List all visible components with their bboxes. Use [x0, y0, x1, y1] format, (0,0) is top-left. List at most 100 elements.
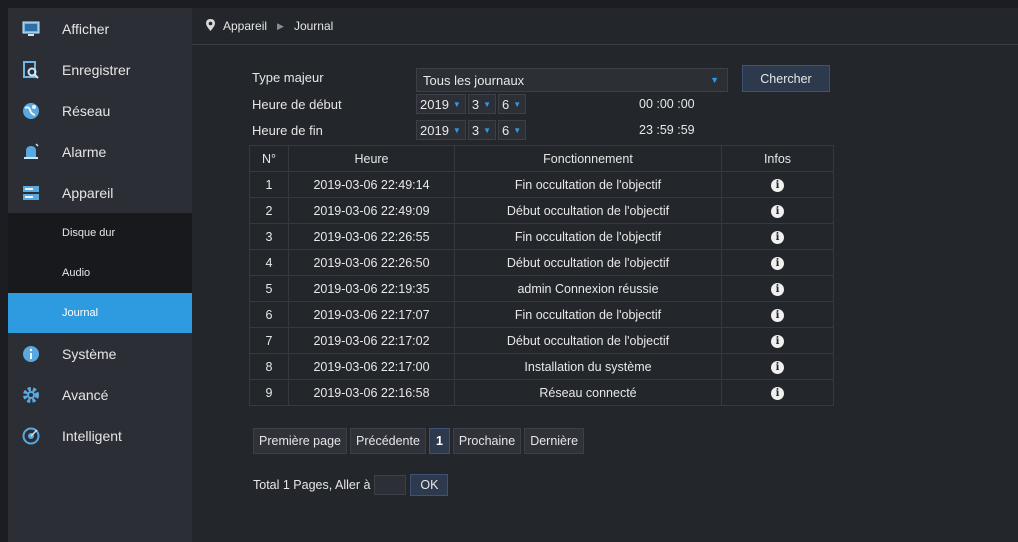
first-page-button[interactable]: Première page: [253, 428, 347, 454]
info-icon[interactable]: i: [771, 283, 784, 296]
current-page-button[interactable]: 1: [428, 428, 450, 454]
cell-fonctionnement: Début occultation de l'objectif: [454, 327, 722, 354]
info-icon[interactable]: i: [771, 179, 784, 192]
cell-n: 5: [249, 275, 289, 302]
sidebar-item-avance[interactable]: Avancé: [8, 374, 192, 415]
end-day-value: 6: [502, 122, 510, 138]
start-day-value: 6: [502, 96, 510, 112]
gear-icon: [22, 386, 40, 404]
sidebar-subitem-disque-dur[interactable]: Disque dur: [8, 213, 192, 253]
sidebar-item-afficher[interactable]: Afficher: [8, 8, 192, 49]
cell-n: 2: [249, 197, 289, 224]
table-row[interactable]: 3 2019-03-06 22:26:55 Fin occultation de l…: [249, 223, 834, 250]
cell-infos: i: [721, 327, 834, 354]
end-year-value: 2019: [420, 122, 449, 138]
start-month-select[interactable]: 3 ▼: [467, 94, 496, 114]
table-row[interactable]: 5 2019-03-06 22:19:35 admin Connexion réus…: [249, 275, 834, 302]
alarm-bell-icon: [22, 142, 40, 161]
end-year-select[interactable]: 2019 ▼: [416, 120, 466, 140]
info-icon[interactable]: i: [771, 231, 784, 244]
sidebar-item-alarme[interactable]: Alarme: [8, 131, 192, 172]
sidebar-subitem-label: Journal: [62, 307, 99, 319]
intelligent-icon: [22, 427, 40, 445]
sidebar-item-label: Enregistrer: [62, 61, 131, 78]
cell-heure: 2019-03-06 22:49:09: [288, 197, 455, 224]
sidebar-item-label: Système: [62, 345, 117, 362]
type-majeur-value: Tous les journaux: [423, 72, 525, 88]
info-circle-icon: [22, 345, 40, 363]
sidebar: Afficher Enregistrer Réseau Alarme Appar…: [8, 8, 192, 542]
sidebar-item-label: Intelligent: [62, 427, 122, 444]
end-month-value: 3: [471, 122, 480, 138]
start-day-select[interactable]: 6 ▼: [498, 94, 527, 114]
end-date-picker: 2019 ▼ 3 ▼ 6 ▼: [416, 120, 528, 140]
cell-heure: 2019-03-06 22:17:00: [288, 353, 455, 380]
table-row[interactable]: 1 2019-03-06 22:49:14 Fin occultation de l…: [249, 171, 834, 198]
sidebar-item-systeme[interactable]: Système: [8, 333, 192, 374]
sidebar-item-label: Appareil: [62, 184, 114, 201]
cell-heure: 2019-03-06 22:26:55: [288, 223, 455, 250]
info-icon[interactable]: i: [771, 361, 784, 374]
next-page-button[interactable]: Prochaine: [452, 428, 522, 454]
total-pages-text: Total 1 Pages, Aller à: [253, 478, 371, 492]
table-row[interactable]: 6 2019-03-06 22:17:07 Fin occultation de l…: [249, 301, 834, 328]
sidebar-subitem-audio[interactable]: Audio: [8, 253, 192, 293]
cell-n: 8: [249, 353, 289, 380]
col-header-infos: Infos: [721, 145, 834, 172]
cell-fonctionnement: Début occultation de l'objectif: [454, 249, 722, 276]
table-row[interactable]: 7 2019-03-06 22:17:02 Début occultation de…: [249, 327, 834, 354]
info-icon[interactable]: i: [771, 257, 784, 270]
sidebar-item-appareil[interactable]: Appareil: [8, 172, 192, 213]
info-icon[interactable]: i: [771, 309, 784, 322]
sidebar-subitem-journal[interactable]: Journal: [8, 293, 192, 333]
breadcrumb: Appareil ▶ Journal: [192, 8, 1018, 45]
table-header-row: N° Heure Fonctionnement Infos: [249, 145, 834, 172]
last-page-button[interactable]: Dernière: [524, 428, 585, 454]
chevron-down-icon: ▼: [483, 99, 491, 109]
sidebar-item-label: Avancé: [62, 386, 109, 403]
sidebar-item-reseau[interactable]: Réseau: [8, 90, 192, 131]
chevron-down-icon: ▼: [483, 125, 491, 135]
cell-fonctionnement: admin Connexion réussie: [454, 275, 722, 302]
table-row[interactable]: 9 2019-03-06 22:16:58 Réseau connecté i: [249, 379, 834, 406]
ok-button[interactable]: OK: [410, 474, 449, 496]
cell-n: 3: [249, 223, 289, 250]
end-day-select[interactable]: 6 ▼: [498, 120, 527, 140]
chevron-down-icon: ▼: [452, 99, 461, 109]
start-time-field[interactable]: 00 :00 :00: [639, 97, 695, 111]
cell-infos: i: [721, 171, 834, 198]
table-row[interactable]: 2 2019-03-06 22:49:09 Début occultation de…: [249, 197, 834, 224]
start-year-value: 2019: [420, 96, 449, 112]
prev-page-button[interactable]: Précédente: [350, 428, 426, 454]
cell-n: 4: [249, 249, 289, 276]
start-year-select[interactable]: 2019 ▼: [416, 94, 466, 114]
info-icon[interactable]: i: [771, 335, 784, 348]
info-icon[interactable]: i: [771, 205, 784, 218]
start-date-picker: 2019 ▼ 3 ▼ 6 ▼: [416, 94, 528, 114]
end-time-field[interactable]: 23 :59 :59: [639, 123, 695, 137]
breadcrumb-separator-icon: ▶: [277, 20, 284, 31]
sidebar-item-intelligent[interactable]: Intelligent: [8, 415, 192, 456]
end-month-select[interactable]: 3 ▼: [467, 120, 496, 140]
end-time-label: Heure de fin: [252, 123, 323, 138]
sidebar-item-enregistrer[interactable]: Enregistrer: [8, 49, 192, 90]
network-globe-icon: [22, 102, 40, 120]
cell-heure: 2019-03-06 22:17:07: [288, 301, 455, 328]
sidebar-item-label: Afficher: [62, 20, 110, 37]
col-header-n: N°: [249, 145, 289, 172]
table-body: 1 2019-03-06 22:49:14 Fin occultation de l…: [249, 171, 834, 406]
info-icon[interactable]: i: [771, 387, 784, 400]
goto-page-input[interactable]: [374, 475, 407, 495]
cell-heure: 2019-03-06 22:17:02: [288, 327, 455, 354]
chevron-down-icon: ▼: [710, 75, 719, 85]
type-majeur-select[interactable]: Tous les journaux ▼: [416, 68, 728, 92]
cell-infos: i: [721, 197, 834, 224]
breadcrumb-parent[interactable]: Appareil: [223, 19, 267, 33]
cell-n: 9: [249, 379, 289, 406]
search-button[interactable]: Chercher: [742, 65, 830, 92]
cell-fonctionnement: Réseau connecté: [454, 379, 722, 406]
table-row[interactable]: 4 2019-03-06 22:26:50 Début occultation de…: [249, 249, 834, 276]
chevron-down-icon: ▼: [452, 125, 461, 135]
main-panel: Appareil ▶ Journal Type majeur Tous les …: [192, 8, 1018, 542]
table-row[interactable]: 8 2019-03-06 22:17:00 Installation du syst…: [249, 353, 834, 380]
